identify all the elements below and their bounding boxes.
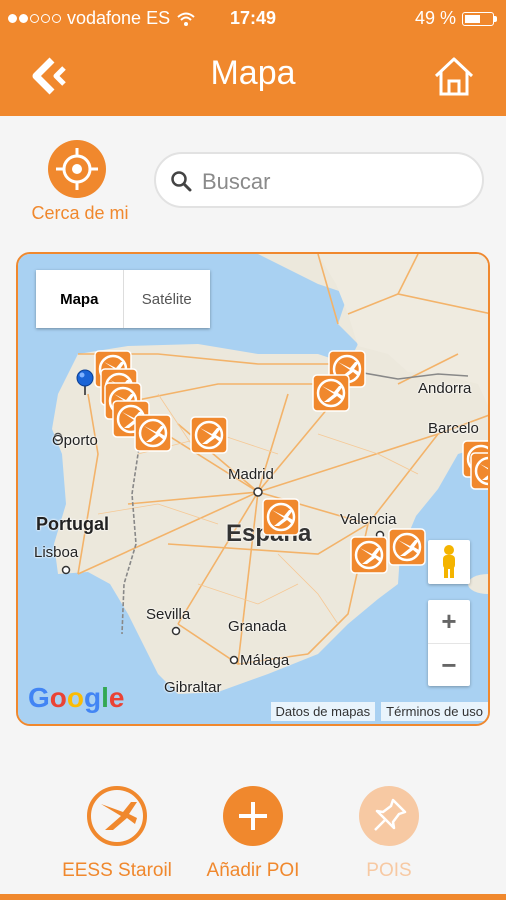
search-box: [154, 152, 484, 208]
city-label-barcelona: Barcelo: [428, 420, 479, 437]
current-location-pin-icon: [76, 369, 94, 395]
near-me-label: Cerca de mi: [31, 203, 129, 223]
city-label-granada: Granada: [228, 618, 287, 635]
station-marker[interactable]: [350, 536, 388, 574]
bottom-accent-bar: [0, 894, 506, 900]
page-title: Mapa: [210, 54, 296, 92]
google-logo: Google: [28, 682, 125, 713]
zoom-controls: + −: [428, 600, 470, 686]
battery-indicator: 49 %: [414, 8, 497, 29]
map-type-toggle: Mapa Satélite: [36, 270, 210, 328]
near-me-button[interactable]: Cerca de mi: [24, 136, 134, 230]
city-label-valencia: Valencia: [340, 511, 397, 528]
terms-of-use-link[interactable]: Términos de uso: [381, 702, 488, 721]
search-icon: [171, 171, 192, 192]
street-view-pegman-icon[interactable]: [428, 540, 470, 584]
city-label-madrid: Madrid: [228, 466, 274, 483]
crosshair-icon: [48, 140, 106, 198]
station-marker[interactable]: [190, 416, 228, 454]
station-marker[interactable]: [312, 374, 350, 412]
city-label-gibraltar: Gibraltar: [164, 679, 222, 696]
search-input[interactable]: [200, 164, 474, 200]
pin-icon: [359, 786, 419, 846]
station-marker[interactable]: [388, 528, 426, 566]
city-label-sevilla: Sevilla: [146, 606, 191, 623]
station-marker[interactable]: [134, 414, 172, 452]
home-icon[interactable]: [432, 54, 476, 98]
city-label-oporto: Oporto: [52, 432, 98, 449]
pois-button[interactable]: POIS: [314, 786, 464, 886]
zoom-in-button[interactable]: +: [428, 600, 470, 644]
map-type-satellite[interactable]: Satélite: [124, 270, 211, 328]
battery-percent: 49 %: [414, 8, 456, 28]
zoom-out-button[interactable]: −: [428, 644, 470, 687]
map-data-link[interactable]: Datos de mapas: [270, 702, 376, 721]
add-poi-button[interactable]: Añadir POI: [178, 786, 328, 886]
pois-label: POIS: [366, 860, 412, 881]
city-label-lisboa: Lisboa: [34, 544, 79, 561]
plus-icon: [223, 786, 283, 846]
map-view[interactable]: Andorra Barcelo Oporto Madrid Valencia L…: [16, 252, 490, 726]
status-bar: vodafone ES 17:49 49 %: [0, 0, 506, 36]
bottom-toolbar: EESS Staroil Añadir POI POIS: [0, 778, 506, 888]
map-attribution: Datos de mapas Términos de uso: [270, 702, 488, 721]
map-type-map[interactable]: Mapa: [36, 270, 124, 328]
fuel-station-icon: [87, 786, 147, 846]
city-label-andorra: Andorra: [418, 380, 472, 397]
city-label-malaga: Málaga: [240, 652, 290, 669]
navigation-bar: Mapa: [0, 36, 506, 116]
eess-staroil-label: EESS Staroil: [62, 860, 172, 881]
battery-icon: [462, 11, 497, 26]
eess-staroil-button[interactable]: EESS Staroil: [42, 786, 192, 886]
station-marker[interactable]: [262, 498, 300, 536]
country-label-portugal: Portugal: [36, 514, 110, 534]
station-marker[interactable]: [470, 452, 488, 490]
add-poi-label: Añadir POI: [206, 860, 300, 881]
